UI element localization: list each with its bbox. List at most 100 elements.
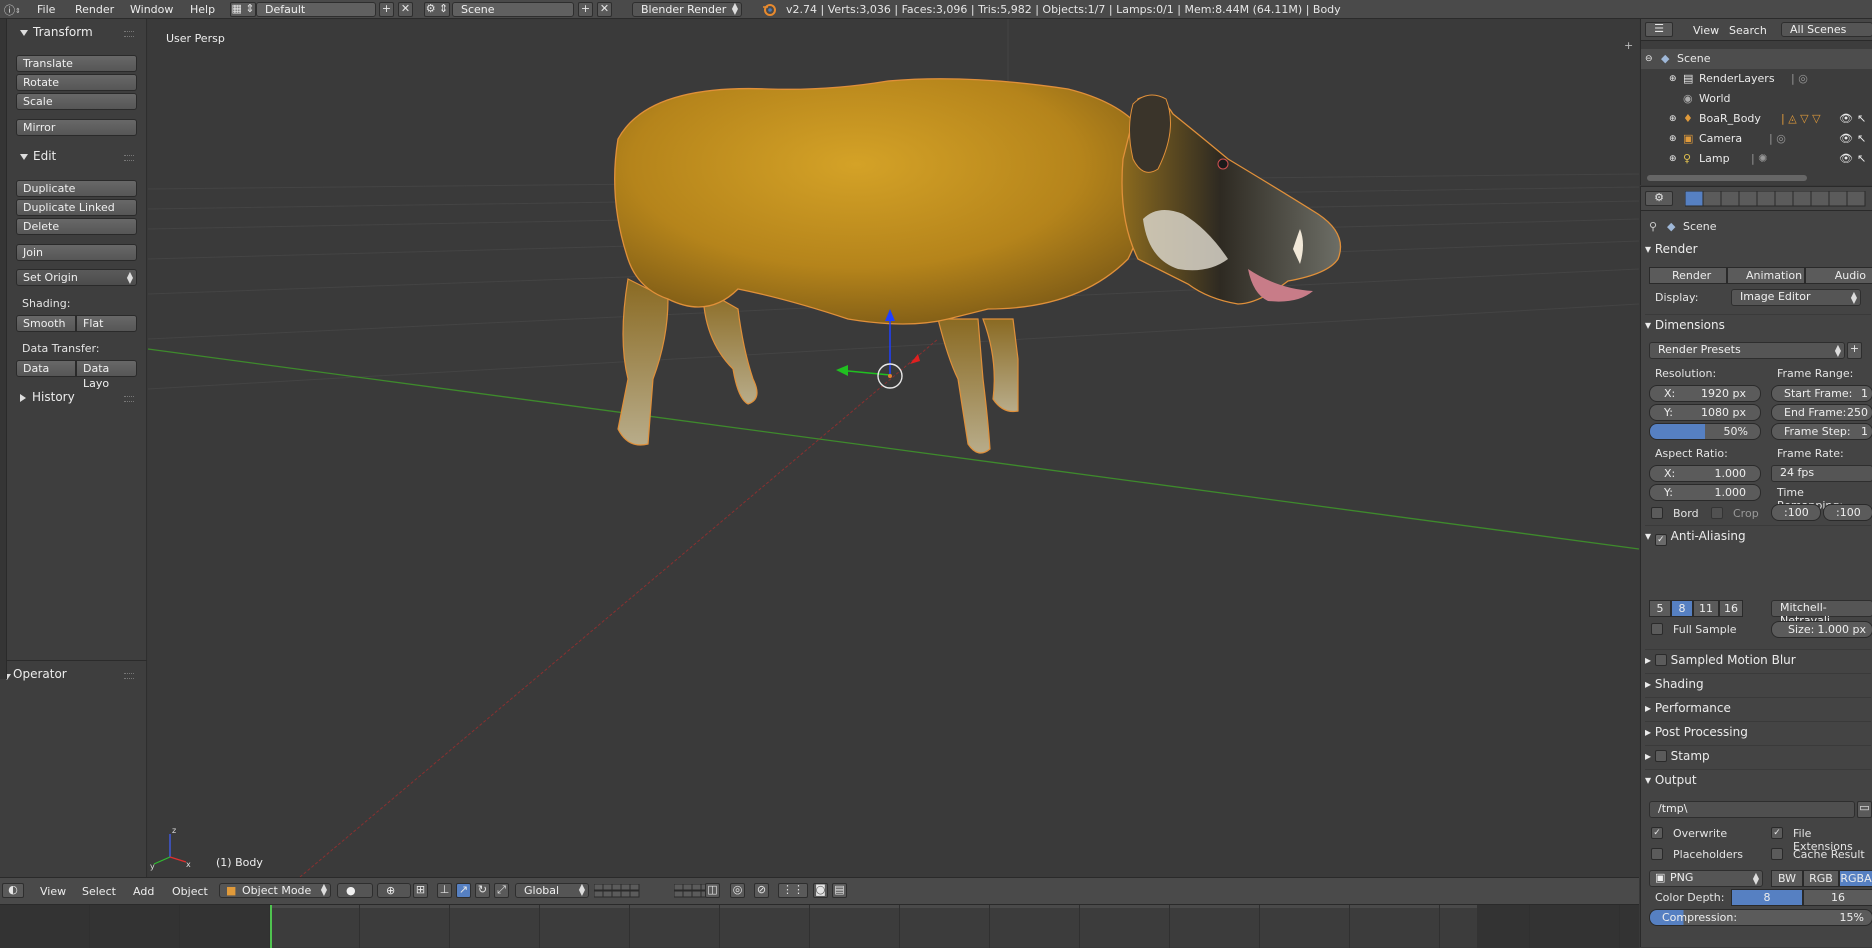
timeline[interactable]: [0, 904, 1639, 948]
render-animation-button[interactable]: Animation: [1727, 267, 1805, 284]
color-rgba-toggle[interactable]: RGBA: [1839, 870, 1872, 887]
data-layout-button[interactable]: Data Layo: [76, 360, 137, 390]
post-processing-section-header[interactable]: ▸ Post Processing: [1645, 721, 1871, 741]
menu-add[interactable]: Add: [133, 882, 154, 901]
history-panel-title[interactable]: History: [32, 390, 75, 404]
outliner-row-scene[interactable]: ⊖ ◆ Scene: [1641, 49, 1872, 69]
crop-checkbox[interactable]: [1711, 507, 1723, 519]
expand-icon[interactable]: ⊕: [1669, 129, 1677, 149]
duplicate-linked-button[interactable]: Duplicate Linked: [16, 199, 137, 216]
remove-screen-icon[interactable]: ✕: [398, 2, 413, 17]
scene-icon[interactable]: ⚙ ⇕: [424, 2, 450, 17]
info-editor-type-icon[interactable]: ⓘ ⇕: [2, 2, 22, 17]
render-engine-select[interactable]: Blender Render ▲ ▼: [632, 2, 742, 17]
outliner-menu-search[interactable]: Search: [1729, 21, 1767, 40]
render-image-button[interactable]: Render: [1649, 267, 1727, 284]
mirror-button[interactable]: Mirror: [16, 119, 137, 136]
browse-folder-icon[interactable]: ▭: [1857, 801, 1872, 818]
menu-select[interactable]: Select: [82, 882, 116, 901]
render-anim-opengl-icon[interactable]: ▤: [832, 883, 847, 898]
motion-blur-section-header[interactable]: ▸ Sampled Motion Blur: [1645, 649, 1871, 669]
viewport-shading-select[interactable]: ●: [337, 883, 373, 898]
duplicate-button[interactable]: Duplicate: [16, 180, 137, 197]
menu-view[interactable]: View: [40, 882, 66, 901]
scene-field[interactable]: Scene: [452, 2, 574, 17]
frame-rate-select[interactable]: 24 fps: [1771, 465, 1872, 482]
motion-blur-checkbox[interactable]: [1654, 654, 1667, 666]
outliner-filter-select[interactable]: All Scenes: [1781, 22, 1872, 37]
render-audio-button[interactable]: Audio: [1805, 267, 1872, 284]
add-preset-icon[interactable]: +: [1847, 342, 1862, 359]
outliner-editor-type-icon[interactable]: ☰: [1645, 22, 1673, 37]
shading-section-header[interactable]: ▸ Shading: [1645, 673, 1871, 693]
file-format-select[interactable]: ▣ PNG ▲ ▼: [1649, 870, 1763, 887]
compression-slider[interactable]: Compression: 15%: [1649, 909, 1872, 926]
scene-layers-1[interactable]: [593, 883, 644, 898]
history-expand-icon[interactable]: [20, 392, 28, 405]
collapse-icon[interactable]: ⊖: [1645, 49, 1653, 69]
resolution-y-field[interactable]: Y: 1080 px: [1649, 404, 1761, 421]
expand-icon[interactable]: ⊕: [1669, 149, 1677, 169]
file-extensions-checkbox[interactable]: ✓: [1771, 827, 1783, 839]
snap-toggle-icon[interactable]: ⊘: [754, 883, 769, 898]
outliner-row-lamp[interactable]: ⊕ ♀ Lamp | ✺ 👁 ↖: [1641, 149, 1872, 169]
visibility-eye-icon[interactable]: 👁: [1839, 129, 1853, 149]
full-sample-checkbox[interactable]: [1651, 623, 1663, 635]
smooth-button[interactable]: Smooth: [16, 315, 76, 332]
snap-element-select[interactable]: ⋮⋮: [778, 883, 808, 898]
3d-viewport[interactable]: z y x User Persp (1) Body +: [148, 19, 1639, 877]
anti-aliasing-checkbox[interactable]: ✓: [1654, 534, 1667, 546]
rotate-manipulator-icon[interactable]: ↻: [475, 883, 490, 898]
select-arrow-icon[interactable]: ↖: [1857, 149, 1866, 169]
translate-manipulator-icon[interactable]: ↗: [456, 883, 471, 898]
data-transfer-button[interactable]: Data: [16, 360, 76, 377]
cache-result-checkbox[interactable]: [1771, 848, 1783, 860]
properties-toggle-icon[interactable]: +: [1624, 39, 1633, 52]
outliner-scrollbar[interactable]: [1647, 175, 1807, 181]
select-arrow-icon[interactable]: ↖: [1857, 129, 1866, 149]
menu-window[interactable]: Window: [130, 0, 173, 19]
translate-button[interactable]: Translate: [16, 55, 137, 72]
performance-section-header[interactable]: ▸ Performance: [1645, 697, 1871, 717]
time-remap-old-field[interactable]: :100: [1771, 504, 1821, 521]
layer-lock-icon[interactable]: ◫: [705, 883, 720, 898]
visibility-eye-icon[interactable]: 👁: [1839, 149, 1853, 169]
set-origin-dropdown[interactable]: Set Origin ▲ ▼: [16, 269, 137, 286]
pin-icon[interactable]: ⚲: [1649, 220, 1657, 233]
time-remap-new-field[interactable]: :100: [1823, 504, 1872, 521]
end-frame-field[interactable]: End Frame: 250: [1771, 404, 1872, 421]
render-section-header[interactable]: ▾ Render: [1645, 239, 1871, 259]
render-presets-select[interactable]: Render Presets ▲ ▼: [1649, 342, 1845, 359]
resolution-percentage-slider[interactable]: 50%: [1649, 423, 1761, 440]
display-select[interactable]: Image Editor ▲ ▼: [1731, 289, 1861, 306]
properties-editor-type-icon[interactable]: ⚙: [1645, 191, 1673, 206]
operator-panel-title[interactable]: Operator: [13, 667, 67, 681]
panel-grip-icon[interactable]: [124, 31, 134, 37]
placeholders-checkbox[interactable]: [1651, 848, 1663, 860]
menu-file[interactable]: File: [37, 0, 55, 19]
aa-samples-11[interactable]: 11: [1693, 600, 1719, 617]
scale-manipulator-icon[interactable]: ⤢: [494, 883, 509, 898]
screen-layout-icon[interactable]: ▦ ⇕: [230, 2, 256, 17]
visibility-eye-icon[interactable]: 👁: [1839, 109, 1853, 129]
menu-help[interactable]: Help: [190, 0, 215, 19]
add-scene-icon[interactable]: +: [578, 2, 593, 17]
join-button[interactable]: Join: [16, 244, 137, 261]
outliner-row-camera[interactable]: ⊕ ▣ Camera | ◎ 👁 ↖: [1641, 129, 1872, 149]
delete-button[interactable]: Delete: [16, 218, 137, 235]
output-section-header[interactable]: ▾ Output: [1645, 769, 1871, 789]
stamp-section-header[interactable]: ▸ Stamp: [1645, 745, 1871, 765]
manipulator-toggle-icon[interactable]: ⊞: [413, 883, 428, 898]
panel-grip-icon[interactable]: [124, 155, 134, 161]
properties-context-tabs[interactable]: [1684, 190, 1872, 207]
stamp-checkbox[interactable]: [1654, 750, 1667, 762]
aspect-x-field[interactable]: X: 1.000: [1649, 465, 1761, 482]
color-depth-16[interactable]: 16: [1803, 889, 1872, 906]
aspect-y-field[interactable]: Y: 1.000: [1649, 484, 1761, 501]
transform-panel-title[interactable]: Transform: [33, 25, 93, 39]
panel-grip-icon[interactable]: [124, 673, 134, 679]
color-depth-8[interactable]: 8: [1731, 889, 1803, 906]
aa-filter-select[interactable]: Mitchell-Netravali: [1771, 600, 1872, 627]
aa-samples-5[interactable]: 5: [1649, 600, 1671, 617]
dimensions-section-header[interactable]: ▾ Dimensions: [1645, 314, 1871, 334]
